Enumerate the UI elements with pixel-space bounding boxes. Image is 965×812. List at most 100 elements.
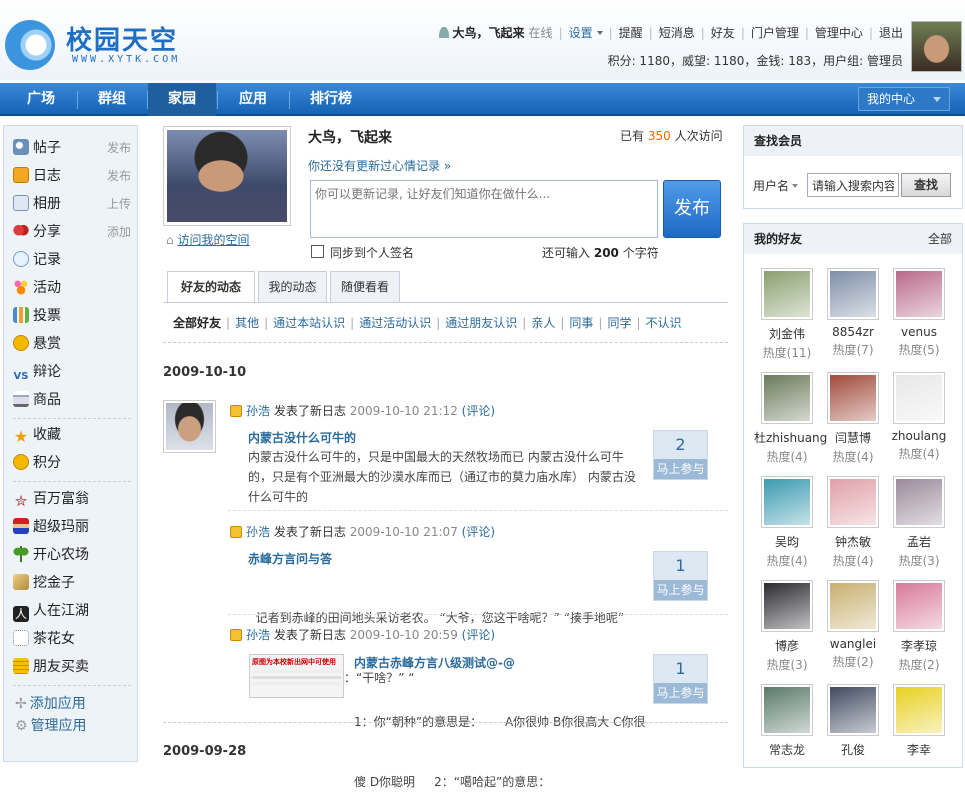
nav-groups[interactable]: 群组 xyxy=(84,83,140,116)
sidebar-item-record[interactable]: 记录 xyxy=(13,249,131,271)
search-type-select[interactable]: 用户名 xyxy=(753,177,799,194)
friend-avatar[interactable] xyxy=(827,268,879,320)
sidebar-item-album[interactable]: 相册 上传 xyxy=(13,193,131,215)
feed-user-avatar[interactable] xyxy=(163,400,216,453)
friend-item[interactable]: 刘金伟 热度(11) xyxy=(754,268,820,361)
friend-item[interactable]: wanglei 热度(2) xyxy=(820,580,886,670)
sidebar-item-goods[interactable]: 商品 xyxy=(13,389,131,411)
feed-blog-title[interactable]: 内蒙古赤峰方言八级测试@-@ xyxy=(354,654,515,671)
friend-item[interactable]: 闫慧博 热度(4) xyxy=(820,372,886,465)
mood-record-link[interactable]: 你还没有更新过心情记录 » xyxy=(308,157,451,174)
sidebar-item-debate[interactable]: VS 辩论 xyxy=(13,361,131,383)
sidebar-item-gold[interactable]: 挖金子 xyxy=(13,572,131,594)
filter-stranger[interactable]: 不认识 xyxy=(646,316,682,330)
sidebar-item-trade[interactable]: 朋友买卖 xyxy=(13,656,131,678)
friend-avatar[interactable] xyxy=(761,372,813,424)
sidebar-item-activity[interactable]: 活动 xyxy=(13,277,131,299)
filter-all[interactable]: 全部好友 xyxy=(173,316,221,330)
admin-center-link[interactable]: 管理中心 xyxy=(815,24,863,41)
friend-item[interactable]: 常志龙 xyxy=(754,684,820,758)
friend-item[interactable]: venus 热度(5) xyxy=(886,268,952,358)
nav-apps[interactable]: 应用 xyxy=(224,83,282,116)
friend-name[interactable]: 刘金伟 xyxy=(754,325,820,342)
sidebar-item-jianghu[interactable]: 人人在江湖 xyxy=(13,600,131,622)
user-name[interactable]: 大鸟，飞起来 xyxy=(453,24,525,41)
friend-avatar[interactable] xyxy=(893,684,945,736)
filter-activity[interactable]: 通过活动认识 xyxy=(359,316,431,330)
filter-colleague[interactable]: 同事 xyxy=(569,316,593,330)
join-button[interactable]: 1 马上参与 xyxy=(653,654,708,704)
friend-avatar[interactable] xyxy=(827,372,879,424)
manage-app-link[interactable]: ⚙ 管理应用 xyxy=(15,715,87,735)
feed-blog-title[interactable]: 内蒙古没什么可牛的 xyxy=(248,429,356,446)
search-button[interactable]: 查找 xyxy=(901,173,951,197)
join-button[interactable]: 1 马上参与 xyxy=(653,551,708,601)
friend-item[interactable]: 李孝琼 热度(2) xyxy=(886,580,952,673)
filter-family[interactable]: 亲人 xyxy=(531,316,555,330)
sidebar-item-favorites[interactable]: ★ 收藏 xyxy=(13,424,131,446)
status-input[interactable] xyxy=(310,180,658,238)
friend-item[interactable]: 孟岩 热度(3) xyxy=(886,476,952,569)
friend-name[interactable]: 李孝琼 xyxy=(886,637,952,654)
friend-item[interactable]: zhoulang 热度(4) xyxy=(886,372,952,462)
friend-name[interactable]: wanglei xyxy=(820,637,886,651)
tab-friends-feed[interactable]: 好友的动态 xyxy=(167,271,255,304)
logo-icon[interactable] xyxy=(5,20,55,70)
friend-name[interactable]: venus xyxy=(886,325,952,339)
add-share-link[interactable]: 添加 xyxy=(107,221,131,243)
sidebar-item-farm[interactable]: 开心农场 xyxy=(13,544,131,566)
friend-avatar[interactable] xyxy=(761,684,813,736)
sidebar-item-reward[interactable]: 悬赏 xyxy=(13,333,131,355)
search-input[interactable] xyxy=(807,173,899,197)
upload-photo-link[interactable]: 上传 xyxy=(107,193,131,215)
tab-my-feed[interactable]: 我的动态 xyxy=(258,271,327,303)
feed-user-link[interactable]: 孙浩 xyxy=(246,525,270,539)
nav-home[interactable]: 家园 xyxy=(148,83,216,116)
feed-user-link[interactable]: 孙浩 xyxy=(246,628,270,642)
nav-ranking[interactable]: 排行榜 xyxy=(296,83,366,116)
filter-friends[interactable]: 通过朋友认识 xyxy=(445,316,517,330)
friend-avatar[interactable] xyxy=(761,476,813,528)
reminder-link[interactable]: 提醒 xyxy=(619,24,643,41)
friend-avatar[interactable] xyxy=(827,476,879,528)
my-center-dropdown[interactable]: 我的中心 xyxy=(858,87,950,111)
join-button[interactable]: 2 马上参与 xyxy=(653,430,708,480)
comment-link[interactable]: (评论) xyxy=(462,404,495,418)
friend-avatar[interactable] xyxy=(761,580,813,632)
friend-name[interactable]: 常志龙 xyxy=(754,741,820,758)
friend-name[interactable]: 博彦 xyxy=(754,637,820,654)
all-friends-link[interactable]: 全部 xyxy=(928,224,952,254)
friend-item[interactable]: 吴昀 热度(4) xyxy=(754,476,820,569)
sidebar-item-camellia[interactable]: 茶花女 xyxy=(13,628,131,650)
friend-item[interactable]: 杜zhishuang 热度(4) xyxy=(754,372,827,465)
friend-avatar[interactable] xyxy=(893,580,945,632)
friend-avatar[interactable] xyxy=(893,268,945,320)
friend-item[interactable]: 8854zr 热度(7) xyxy=(820,268,886,358)
friend-name[interactable]: zhoulang xyxy=(886,429,952,443)
friend-name[interactable]: 孔俊 xyxy=(820,741,886,758)
visit-space-link[interactable]: 访问我的空间 xyxy=(177,233,249,247)
friend-name[interactable]: 钟杰敏 xyxy=(820,533,886,550)
tab-random[interactable]: 随便看看 xyxy=(330,271,400,303)
friends-link[interactable]: 好友 xyxy=(711,24,735,41)
friend-item[interactable]: 孔俊 xyxy=(820,684,886,758)
friend-avatar[interactable] xyxy=(827,580,879,632)
friend-avatar[interactable] xyxy=(893,476,945,528)
logout-link[interactable]: 退出 xyxy=(879,24,903,41)
profile-avatar[interactable] xyxy=(163,126,291,226)
friend-name[interactable]: 杜zhishuang xyxy=(754,429,827,446)
friend-name[interactable]: 闫慧博 xyxy=(820,429,886,446)
friend-item[interactable]: 李幸 xyxy=(886,684,952,758)
sidebar-item-posts[interactable]: 帖子 发布 xyxy=(13,137,131,159)
friend-avatar[interactable] xyxy=(761,268,813,320)
avatar[interactable] xyxy=(911,21,962,72)
sidebar-item-millionaire[interactable]: ✮ 百万富翁 xyxy=(13,488,131,510)
friend-name[interactable]: 李幸 xyxy=(886,741,952,758)
friend-name[interactable]: 吴昀 xyxy=(754,533,820,550)
sidebar-item-mario[interactable]: 超级玛丽 xyxy=(13,516,131,538)
comment-link[interactable]: (评论) xyxy=(462,628,495,642)
sidebar-item-poll[interactable]: 投票 xyxy=(13,305,131,327)
publish-post-link[interactable]: 发布 xyxy=(107,137,131,159)
chevron-down-icon[interactable] xyxy=(596,30,603,35)
messages-link[interactable]: 短消息 xyxy=(659,24,695,41)
